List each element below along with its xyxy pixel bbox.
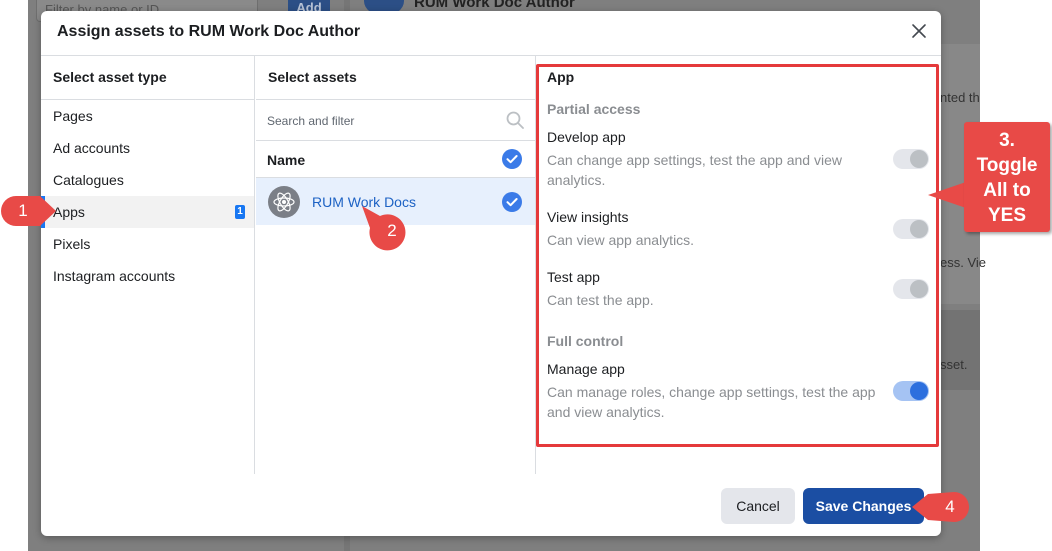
permissions-section-title: App: [547, 69, 575, 85]
asset-type-label: Pages: [53, 108, 93, 124]
asset-type-apps[interactable]: Apps 1: [41, 196, 254, 228]
permission-title: Develop app: [547, 129, 626, 145]
assign-assets-dialog: Assign assets to RUM Work Doc Author Sel…: [41, 11, 941, 536]
asset-type-ad-accounts[interactable]: Ad accounts: [41, 132, 254, 164]
test-app-toggle[interactable]: [893, 279, 929, 299]
select-all-checkbox[interactable]: [502, 149, 522, 169]
permission-title: View insights: [547, 209, 629, 225]
background-title: RUM Work Doc Author: [414, 0, 575, 11]
asset-type-column: Select asset type Pages Ad accounts Cata…: [41, 56, 255, 474]
atom-icon: [268, 186, 300, 218]
page-right-margin: [980, 0, 1052, 551]
search-icon[interactable]: [505, 110, 525, 130]
background-text: nted th: [940, 90, 980, 105]
asset-type-pixels[interactable]: Pixels: [41, 228, 254, 260]
step-1-label: 1: [18, 201, 28, 220]
permission-description: Can test the app.: [547, 292, 654, 308]
page-left-margin: [0, 0, 28, 551]
step-4-label: 4: [945, 497, 955, 516]
step-3-label: 3. Toggle All to YES: [976, 130, 1038, 226]
asset-type-label: Catalogues: [53, 172, 124, 188]
name-column-header: Name: [267, 152, 306, 168]
close-icon[interactable]: [909, 21, 929, 41]
background-panel: [940, 310, 980, 390]
cancel-button[interactable]: Cancel: [721, 488, 795, 524]
asset-type-header: Select asset type: [41, 56, 254, 100]
permission-group-label: Partial access: [547, 101, 641, 117]
manage-app-toggle[interactable]: [893, 381, 929, 401]
permission-title: Manage app: [547, 361, 625, 377]
asset-type-instagram-accounts[interactable]: Instagram accounts: [41, 260, 254, 292]
permission-title: Test app: [547, 269, 600, 285]
name-header-row: Name: [256, 141, 535, 178]
permissions-column: App Partial access Develop app Can chang…: [537, 56, 941, 474]
permission-group-label: Full control: [547, 333, 624, 349]
permission-description: Can view app analytics.: [547, 232, 695, 248]
assets-column: Select assets Name RUM Work Docs: [256, 56, 536, 474]
background-text: sset.: [940, 357, 968, 372]
permission-description: Can manage roles, change app settings, t…: [547, 384, 876, 420]
asset-type-catalogues[interactable]: Catalogues: [41, 164, 254, 196]
develop-app-toggle[interactable]: [893, 149, 929, 169]
toggle-knob: [910, 382, 928, 400]
search-input[interactable]: [267, 111, 497, 131]
assets-header: Select assets: [256, 56, 535, 100]
asset-type-label: Pixels: [53, 236, 91, 252]
toggle-knob: [910, 220, 928, 238]
toggle-knob: [910, 150, 928, 168]
save-changes-button[interactable]: Save Changes: [803, 488, 924, 524]
asset-type-label: Instagram accounts: [53, 268, 176, 284]
background-text: ess. Vie: [940, 255, 987, 270]
asset-type-label: Ad accounts: [53, 140, 131, 156]
step-3-arrow: [928, 182, 966, 208]
dialog-title: Assign assets to RUM Work Doc Author: [57, 23, 361, 40]
view-insights-toggle[interactable]: [893, 219, 929, 239]
search-row: [256, 100, 535, 141]
permission-description: Can change app settings, test the app an…: [547, 152, 842, 188]
step-2-label: 2: [387, 221, 397, 240]
asset-checkbox[interactable]: [502, 192, 522, 212]
asset-type-pages[interactable]: Pages: [41, 100, 254, 132]
step-3-callout: 3. Toggle All to YES: [964, 122, 1050, 232]
toggle-knob: [910, 280, 928, 298]
count-badge: 1: [235, 205, 245, 219]
